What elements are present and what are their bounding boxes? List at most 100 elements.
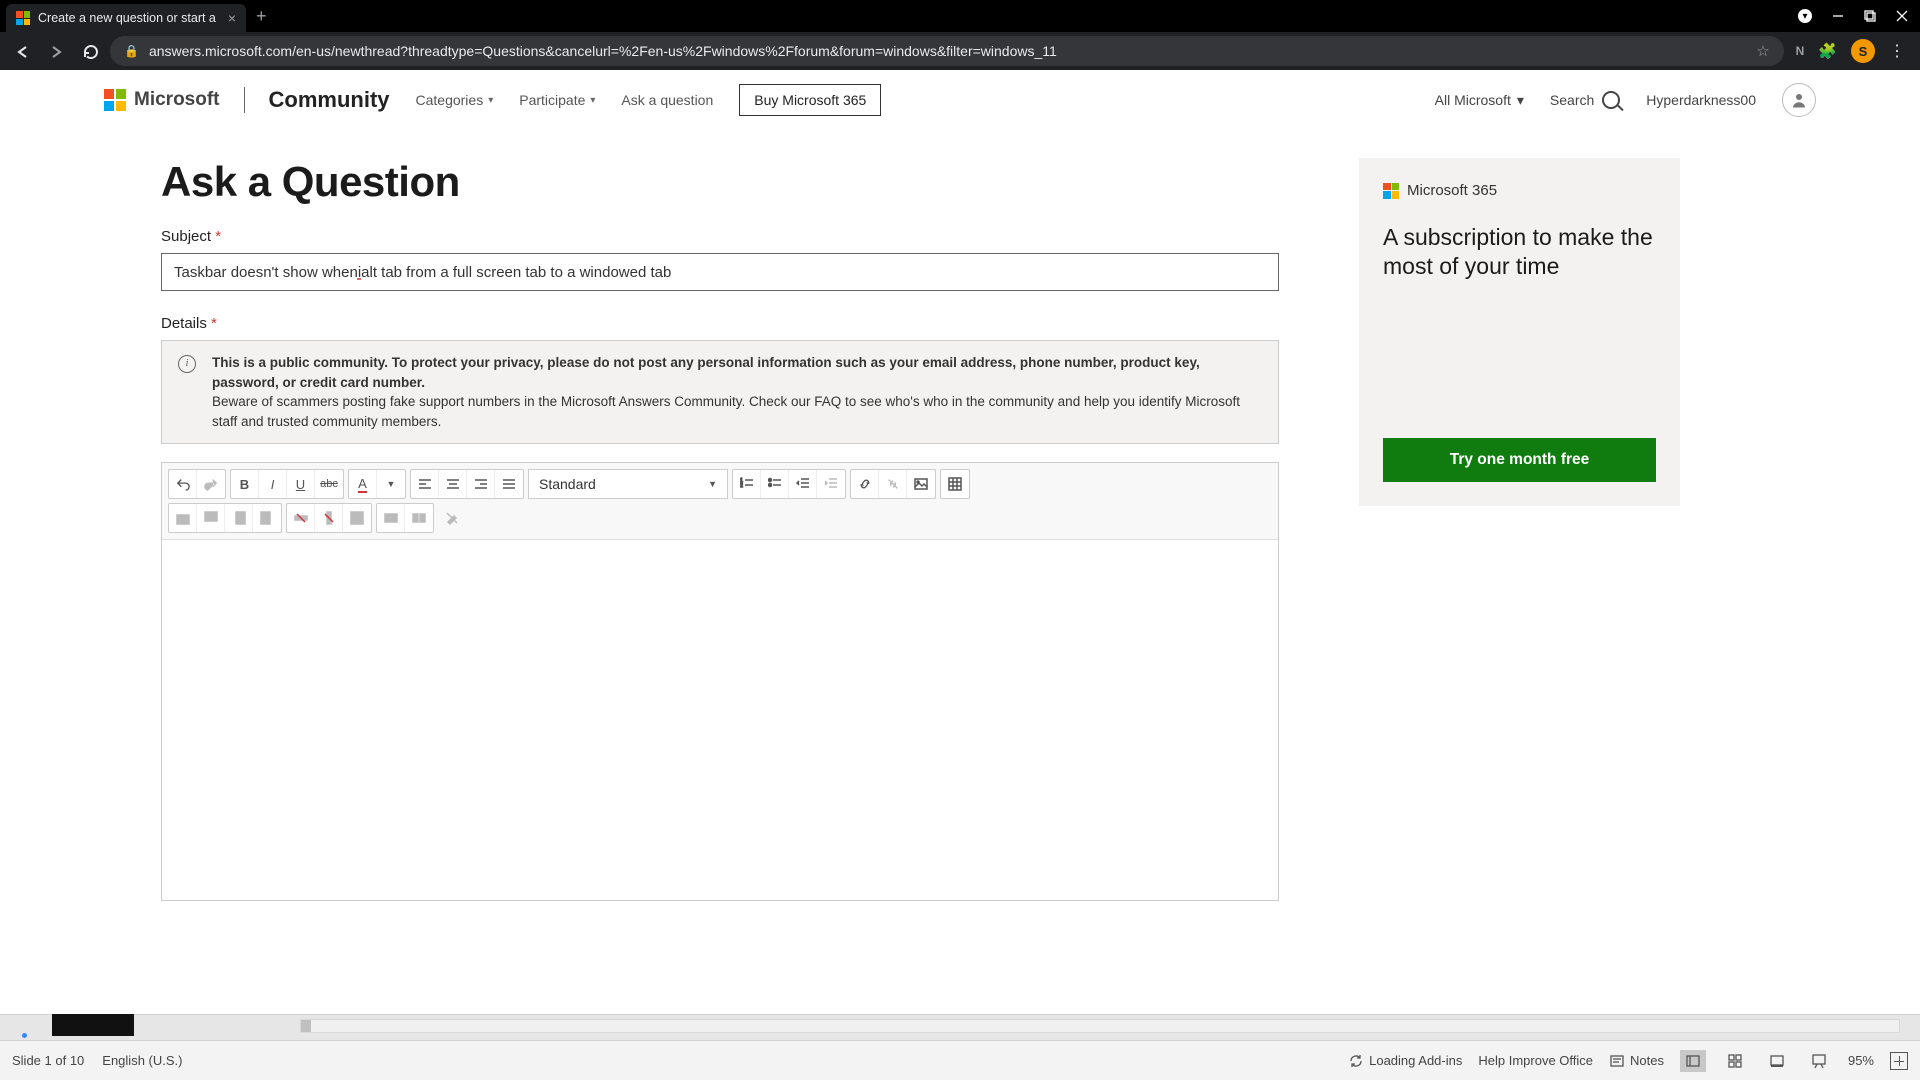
maximize-icon[interactable] <box>1864 10 1876 22</box>
close-window-icon[interactable] <box>1896 10 1908 22</box>
url-text: answers.microsoft.com/en-us/newthread?th… <box>149 43 1746 59</box>
table-row-above-button <box>169 504 197 532</box>
unlink-button[interactable] <box>879 470 907 498</box>
bookmark-star-icon[interactable]: ☆ <box>1756 42 1769 60</box>
delete-row-button <box>287 504 315 532</box>
extensions-icon[interactable]: 🧩 <box>1818 42 1837 60</box>
loading-addins-status[interactable]: Loading Add-ins <box>1348 1053 1462 1069</box>
unordered-list-button[interactable] <box>761 470 789 498</box>
font-color-button[interactable]: A <box>349 470 377 498</box>
bold-button[interactable]: B <box>231 470 259 498</box>
slide-counter[interactable]: Slide 1 of 10 <box>12 1053 84 1068</box>
close-tab-icon[interactable]: × <box>228 10 236 26</box>
community-link[interactable]: Community <box>269 87 390 113</box>
main-column: Ask a Question Subject * Taskbar doesn't… <box>161 158 1279 901</box>
font-color-dropdown[interactable]: ▼ <box>377 470 405 498</box>
page-viewport: Microsoft Community Categories▾ Particip… <box>0 70 1920 1040</box>
user-avatar[interactable] <box>1782 83 1816 117</box>
help-improve-link[interactable]: Help Improve Office <box>1478 1053 1593 1068</box>
nav-ask-question[interactable]: Ask a question <box>621 92 713 108</box>
fit-to-window-button[interactable] <box>1890 1052 1908 1070</box>
image-button[interactable] <box>907 470 935 498</box>
address-bar[interactable]: 🔒 answers.microsoft.com/en-us/newthread?… <box>110 36 1784 66</box>
split-cells-button <box>405 504 433 532</box>
table-row-below-button <box>197 504 225 532</box>
align-justify-button[interactable] <box>495 470 523 498</box>
language-indicator[interactable]: English (U.S.) <box>102 1053 182 1068</box>
clear-format-button[interactable] <box>438 504 466 532</box>
paragraph-style-dropdown[interactable]: Standard ▼ <box>528 469 728 499</box>
sync-icon[interactable]: ▾ <box>1798 9 1812 23</box>
person-icon <box>1790 91 1808 109</box>
slideshow-button[interactable] <box>1806 1050 1832 1072</box>
details-label: Details * <box>161 315 1279 332</box>
editor-textarea[interactable] <box>162 540 1278 900</box>
try-free-button[interactable]: Try one month free <box>1383 438 1656 482</box>
delete-col-button <box>315 504 343 532</box>
required-marker: * <box>215 228 221 245</box>
nav-categories[interactable]: Categories▾ <box>416 92 494 108</box>
search-button[interactable]: Search <box>1550 91 1620 109</box>
powerpoint-status-bar: Slide 1 of 10 English (U.S.) Loading Add… <box>0 1040 1920 1080</box>
info-icon: i <box>178 355 196 373</box>
window-controls: ▾ <box>1798 9 1920 23</box>
italic-button[interactable]: I <box>259 470 287 498</box>
align-center-button[interactable] <box>439 470 467 498</box>
browser-menu-icon[interactable]: ⋮ <box>1889 41 1906 61</box>
scrollbar-thumb[interactable] <box>301 1020 311 1032</box>
promo-headline: A subscription to make the most of your … <box>1383 223 1656 281</box>
align-right-button[interactable] <box>467 470 495 498</box>
primary-nav: Categories▾ Participate▾ Ask a question … <box>416 84 882 116</box>
microsoft-logo-icon <box>104 89 126 111</box>
extensions-area: N 🧩 S ⋮ <box>1790 39 1912 63</box>
notes-toggle[interactable]: Notes <box>1609 1053 1664 1069</box>
undo-button[interactable] <box>169 470 197 498</box>
page-title: Ask a Question <box>161 158 1279 206</box>
microsoft-logo[interactable]: Microsoft <box>104 89 220 111</box>
outdent-button[interactable] <box>789 470 817 498</box>
subject-input[interactable]: Taskbar doesn't show when i alt tab from… <box>161 253 1279 291</box>
microsoft-wordmark: Microsoft <box>134 89 220 111</box>
ordered-list-button[interactable]: 12 <box>733 470 761 498</box>
sync-icon <box>1348 1053 1364 1069</box>
table-col-right-button <box>253 504 281 532</box>
zoom-level[interactable]: 95% <box>1848 1053 1874 1068</box>
svg-text:2: 2 <box>740 483 743 489</box>
site-header: Microsoft Community Categories▾ Particip… <box>0 70 1920 130</box>
slide-thumbnail[interactable] <box>52 1014 134 1036</box>
powerpoint-strip <box>0 1014 1920 1040</box>
extension-badge[interactable]: N <box>1796 44 1805 58</box>
nav-participate[interactable]: Participate▾ <box>519 92 595 108</box>
nav-forward-button[interactable] <box>42 37 70 65</box>
align-left-button[interactable] <box>411 470 439 498</box>
indent-button[interactable] <box>817 470 845 498</box>
normal-view-button[interactable] <box>1680 1050 1706 1072</box>
redo-button[interactable] <box>197 470 225 498</box>
link-button[interactable] <box>851 470 879 498</box>
notice-bold-text: This is a public community. To protect y… <box>212 355 1200 390</box>
slide-sorter-view-button[interactable] <box>1722 1050 1748 1072</box>
autosave-dot-icon <box>22 1033 27 1038</box>
insert-table-button[interactable] <box>941 470 969 498</box>
profile-avatar[interactable]: S <box>1851 39 1875 63</box>
microsoft-logo-icon <box>1383 183 1399 199</box>
underline-button[interactable]: U <box>287 470 315 498</box>
search-icon <box>1602 91 1620 109</box>
rich-text-editor: B I U abc A ▼ <box>161 462 1279 901</box>
username-label[interactable]: Hyperdarkness00 <box>1646 92 1756 108</box>
horizontal-scrollbar[interactable] <box>300 1019 1900 1033</box>
minimize-icon[interactable] <box>1832 10 1844 22</box>
content-wrapper: Ask a Question Subject * Taskbar doesn't… <box>0 130 1920 901</box>
nav-all-microsoft[interactable]: All Microsoft▾ <box>1435 92 1524 109</box>
strikethrough-button[interactable]: abc <box>315 470 343 498</box>
chevron-down-icon: ▾ <box>1517 92 1524 109</box>
buy-microsoft365-button[interactable]: Buy Microsoft 365 <box>739 84 881 116</box>
reading-view-button[interactable] <box>1764 1050 1790 1072</box>
header-divider <box>244 87 245 113</box>
sidebar-promo: Microsoft 365 A subscription to make the… <box>1359 158 1680 506</box>
browser-tab-active[interactable]: Create a new question or start a × <box>6 4 246 32</box>
nav-reload-button[interactable] <box>76 37 104 65</box>
nav-back-button[interactable] <box>8 37 36 65</box>
header-right: All Microsoft▾ Search Hyperdarkness00 <box>1435 83 1920 117</box>
new-tab-button[interactable]: + <box>256 6 267 27</box>
